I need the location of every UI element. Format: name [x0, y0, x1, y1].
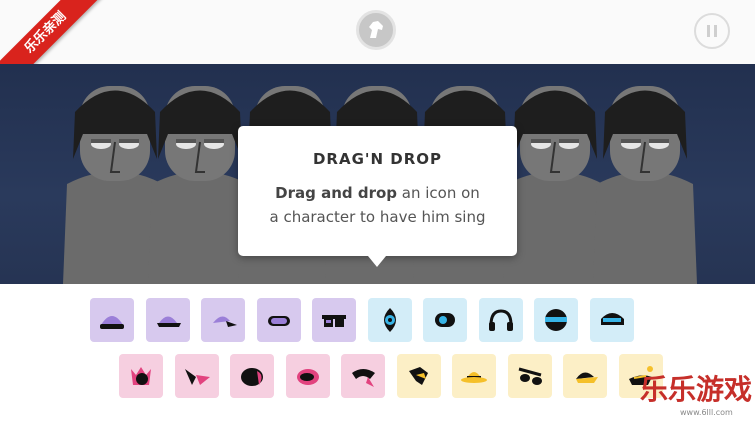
goggles-icon	[267, 316, 290, 326]
watermark-url: www.6lll.com	[680, 408, 733, 417]
mask-tile[interactable]	[285, 354, 330, 398]
hat-pink-tile[interactable]	[230, 354, 274, 398]
tooltip-title: DRAG'N DROP	[312, 150, 443, 168]
hair-yellow-icon	[408, 367, 428, 385]
helmet-tile[interactable]	[534, 298, 578, 342]
headphones-tile[interactable]	[478, 298, 523, 342]
icon-row-2	[119, 354, 674, 398]
home-button[interactable]	[356, 10, 396, 50]
glasses-yellow-tile[interactable]	[507, 354, 552, 398]
tooltip-bold-text: Drag and drop	[275, 184, 398, 202]
crown-tile[interactable]	[119, 354, 163, 398]
beanie-icon	[100, 316, 124, 329]
mask-icon	[296, 369, 319, 385]
eye-drop-icon	[383, 308, 396, 332]
cap-yellow-tile[interactable]	[563, 354, 607, 398]
character-6[interactable]	[503, 86, 607, 284]
cap-side-icon	[213, 316, 237, 327]
eye-drop-tile[interactable]	[367, 298, 412, 342]
beanie-tile[interactable]	[90, 298, 134, 342]
tooltip-text-2: a character to have him sing	[269, 208, 486, 226]
tooltip-body: Drag and drop an icon on a character to …	[238, 181, 517, 229]
wings-tile[interactable]	[174, 354, 219, 398]
cap-tile[interactable]	[145, 298, 190, 342]
hair-yellow-tile[interactable]	[396, 354, 441, 398]
hair-icon	[352, 369, 375, 387]
hair-tile[interactable]	[341, 354, 385, 398]
crown-icon	[131, 367, 151, 385]
speaker-icon	[435, 313, 455, 327]
pause-icon	[707, 25, 710, 37]
cap-side-tile[interactable]	[201, 298, 245, 342]
visor-icon	[600, 313, 624, 325]
icon-row-1	[90, 298, 645, 342]
sunglasses-icon	[322, 315, 346, 327]
character-7[interactable]	[593, 86, 697, 284]
fedora-tile[interactable]	[452, 354, 496, 398]
tooltip-text-1: an icon on	[397, 184, 480, 202]
sunglasses-tile[interactable]	[312, 298, 356, 342]
helmet-icon	[545, 309, 567, 331]
visor-tile[interactable]	[589, 298, 634, 342]
speaker-tile[interactable]	[423, 298, 467, 342]
goggles-tile[interactable]	[256, 298, 301, 342]
cap-yellow-icon	[576, 372, 598, 383]
character-2[interactable]	[148, 86, 252, 284]
wings-icon	[184, 369, 210, 385]
headphones-icon	[488, 309, 513, 331]
watermark-text: 乐乐游戏	[640, 373, 753, 406]
top-bar	[0, 0, 755, 64]
cap-icon	[156, 316, 181, 327]
glasses-yellow-icon	[518, 367, 542, 385]
fedora-icon	[461, 372, 487, 383]
pause-button[interactable]	[694, 13, 730, 49]
hat-pink-icon	[241, 368, 263, 386]
drag-drop-tooltip: DRAG'N DROP Drag and drop an icon on a c…	[238, 126, 517, 267]
horse-head-icon	[369, 21, 383, 38]
